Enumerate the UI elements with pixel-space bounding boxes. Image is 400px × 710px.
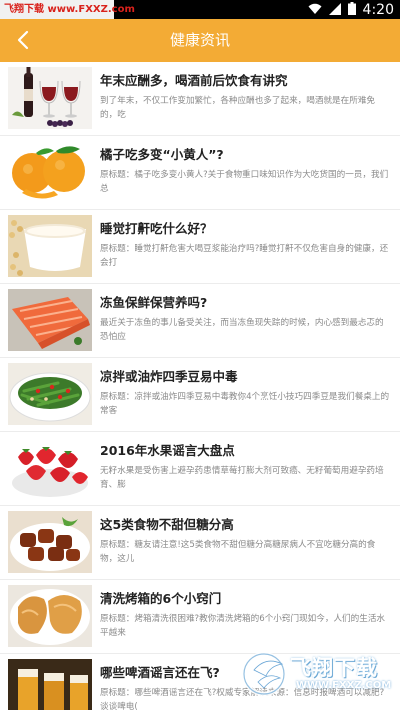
article-thumbnail-strawberries	[8, 437, 92, 499]
bottom-watermark: 飞翔下载 WWW.FXXZ.COM	[240, 646, 392, 704]
article-summary: 原标题：凉拌或油炸四季豆易中毒教你4个烹饪小技巧四季豆是我们餐桌上的常客	[100, 392, 390, 416]
status-time: 4:20	[362, 1, 394, 18]
article-title: 这5类食物不甜但糖分高	[100, 517, 234, 532]
article-thumbnail-bread	[8, 585, 92, 647]
article-thumbnail-beer	[8, 659, 92, 710]
status-bar: 飞翔下载 www.FXXZ.com 4:20	[0, 0, 400, 19]
article-title: 清洗烤箱的6个小窍门	[100, 591, 222, 606]
watermark-url: www.FXXZ.com	[47, 4, 135, 15]
list-item[interactable]: 这5类食物不甜但糖分高 原标题：糖友请注意!这5类食物不甜但糖分高糖尿病人不宜吃…	[0, 506, 400, 580]
signal-icon	[328, 0, 341, 19]
page-title: 健康资讯	[169, 31, 230, 49]
article-thumbnail-beans	[8, 363, 92, 425]
article-summary: 无籽水果是受伤害上避孕药患情草莓打膨大剂可致癌、无籽葡萄用避孕药培育、膨	[100, 466, 384, 490]
article-title: 睡觉打鼾吃什么好？	[100, 221, 213, 236]
list-item[interactable]: 2016年水果谣言大盘点 无籽水果是受伤害上避孕药患情草莓打膨大剂可致癌、无籽葡…	[0, 432, 400, 506]
article-summary: 原标题：糖友请注意!这5类食物不甜但糖分高糖尿病人不宜吃糖分高的食物，这儿	[100, 540, 376, 564]
news-list: 年末应酬多，喝酒前后饮食有讲究 到了年末，不仅工作变加繁忙，各种应酬也多了起来，…	[0, 62, 400, 710]
article-thumbnail-wine	[8, 67, 92, 129]
list-item[interactable]: 清洗烤箱的6个小窍门 原标题：烤箱清洗很困难?教你清洗烤箱的6个小窍门现如今，人…	[0, 580, 400, 654]
watermark-logo-url: WWW.FXXZ.COM	[296, 680, 392, 691]
list-item[interactable]: 睡觉打鼾吃什么好？ 原标题：睡觉打鼾危害大喝豆浆能治疗吗?睡觉打鼾不仅危害自身的…	[0, 210, 400, 284]
wifi-icon	[308, 0, 322, 19]
article-summary: 原标题：橘子吃多变小黄人?关于食物重口味知识作为大吃货国的一员，我们总	[100, 170, 389, 194]
watermark-logo-text: 飞翔下载	[290, 656, 378, 680]
article-title: 年末应酬多，喝酒前后饮食有讲究	[100, 73, 288, 88]
article-summary: 最近关于冻鱼的事儿备受关注，而当冻鱼现失踪的时候，内心感到最忐忑的恐怕应	[100, 318, 384, 342]
top-watermark: 飞翔下载 www.FXXZ.com	[0, 0, 135, 19]
article-thumbnail-soymilk	[8, 215, 92, 277]
article-thumbnail-salmon	[8, 289, 92, 351]
article-summary: 到了年末，不仅工作变加繁忙，各种应酬也多了起来，喝酒就是在所难免的，吃	[100, 96, 376, 120]
article-title: 冻鱼保鲜保营养吗?	[100, 295, 208, 310]
list-item[interactable]: 凉拌或油炸四季豆易中毒 原标题：凉拌或油炸四季豆易中毒教你4个烹饪小技巧四季豆是…	[0, 358, 400, 432]
list-item[interactable]: 橘子吃多变“小黄人”? 原标题：橘子吃多变小黄人?关于食物重口味知识作为大吃货国…	[0, 136, 400, 210]
article-title: 2016年水果谣言大盘点	[100, 443, 235, 458]
app-header: 健康资讯	[0, 19, 400, 62]
status-icons: 4:20	[308, 0, 394, 19]
list-item[interactable]: 年末应酬多，喝酒前后饮食有讲究 到了年末，不仅工作变加繁忙，各种应酬也多了起来，…	[0, 62, 400, 136]
list-item[interactable]: 冻鱼保鲜保营养吗? 最近关于冻鱼的事儿备受关注，而当冻鱼现失踪的时候，内心感到最…	[0, 284, 400, 358]
battery-icon	[347, 0, 356, 19]
watermark-brand: 飞翔下载	[4, 4, 44, 15]
article-title: 橘子吃多变“小黄人”?	[100, 147, 224, 162]
fxxz-logo-icon	[242, 652, 286, 696]
article-thumbnail-meat	[8, 511, 92, 573]
article-thumbnail-oranges	[8, 141, 92, 203]
article-summary: 原标题：睡觉打鼾危害大喝豆浆能治疗吗?睡觉打鼾不仅危害自身的健康，还会打	[100, 244, 389, 268]
article-title: 凉拌或油炸四季豆易中毒	[100, 369, 238, 384]
article-summary: 原标题：烤箱清洗很困难?教你清洗烤箱的6个小窍门现如今，人们的生活水平越来	[100, 614, 386, 638]
